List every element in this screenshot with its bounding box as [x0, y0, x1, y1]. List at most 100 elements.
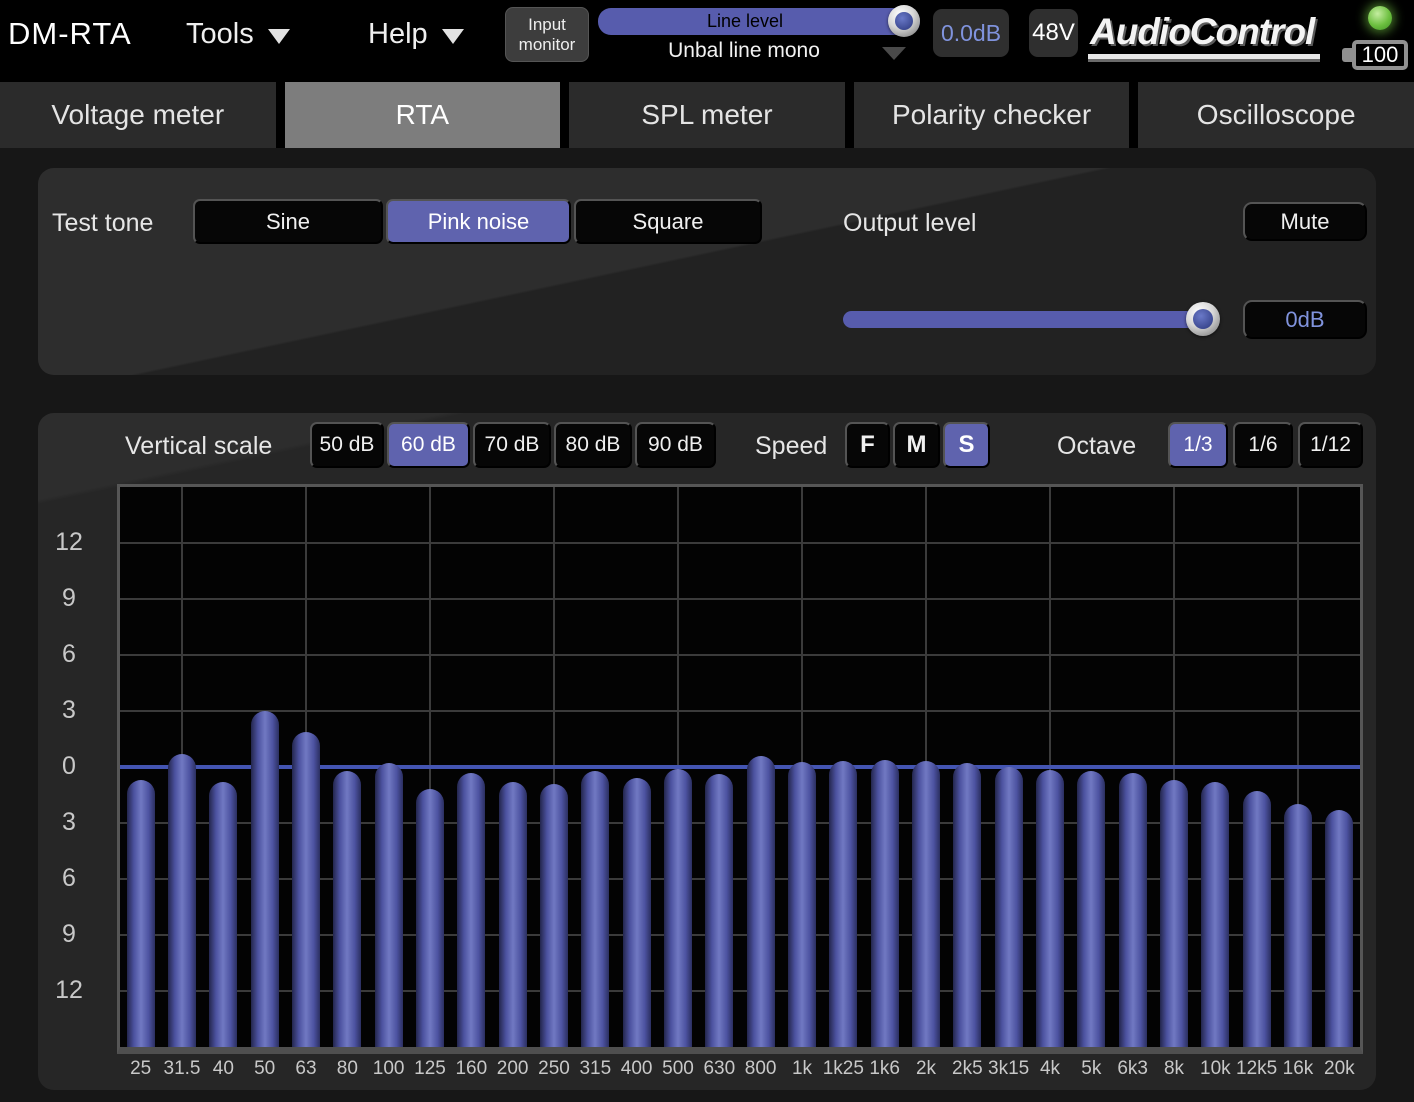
line-level-control: Line level Unbal line mono: [598, 8, 920, 65]
phantom-power-button[interactable]: 48V: [1029, 9, 1078, 57]
test-tone-panel: Test tone Sine Pink noise Square Output …: [38, 168, 1376, 375]
mute-button[interactable]: Mute: [1243, 202, 1367, 241]
vertical-scale-70db-button[interactable]: 70 dB: [473, 422, 551, 468]
status-led: [1368, 6, 1392, 30]
y-axis-tick: 0: [43, 752, 95, 781]
line-level-label: Line level: [707, 11, 783, 32]
output-level-slider-knob[interactable]: [1186, 302, 1220, 336]
rta-bar: [829, 761, 857, 1047]
rta-bar: [375, 763, 403, 1047]
help-menu[interactable]: Help: [368, 18, 464, 51]
y-axis: 12 9 6 3 0 3 6 9 12: [43, 487, 95, 1047]
rta-bar: [416, 789, 444, 1047]
output-level-value[interactable]: 0dB: [1243, 300, 1367, 339]
rta-panel: Vertical scale 50 dB 60 dB 70 dB 80 dB 9…: [38, 413, 1376, 1090]
line-level-slider[interactable]: Line level: [598, 8, 920, 35]
vertical-scale-60db-button[interactable]: 60 dB: [387, 422, 470, 468]
input-select-row[interactable]: Unbal line mono: [598, 39, 920, 65]
tab-polarity-checker[interactable]: Polarity checker: [854, 82, 1130, 148]
battery-indicator: 100: [1342, 40, 1408, 70]
y-axis-tick: 12: [43, 528, 95, 557]
rta-bar: [953, 763, 981, 1047]
input-monitor-button[interactable]: Input monitor: [505, 7, 589, 62]
rta-bar: [871, 760, 899, 1047]
rta-bar: [292, 732, 320, 1047]
vertical-scale-50db-button[interactable]: 50 dB: [310, 422, 384, 468]
rta-bar: [912, 761, 940, 1047]
y-axis-tick: 9: [43, 920, 95, 949]
tab-bar: Voltage meter RTA SPL meter Polarity che…: [0, 82, 1414, 148]
rta-bar: [251, 711, 279, 1047]
speed-medium-button[interactable]: M: [893, 422, 940, 468]
rta-bar: [664, 769, 692, 1047]
rta-bar: [499, 782, 527, 1047]
rta-bar: [1036, 770, 1064, 1047]
rta-bar: [995, 767, 1023, 1047]
knob-dot: [895, 12, 913, 30]
rta-bar: [581, 771, 609, 1047]
input-monitor-label-line2: monitor: [506, 35, 588, 55]
output-level-slider[interactable]: [843, 311, 1218, 328]
rta-bar: [1201, 782, 1229, 1047]
y-axis-tick: 6: [43, 640, 95, 669]
rta-bar: [1160, 780, 1188, 1047]
octave-label: Octave: [1057, 432, 1136, 461]
vertical-scale-80db-button[interactable]: 80 dB: [554, 422, 632, 468]
y-axis-tick: 6: [43, 864, 95, 893]
output-level-label: Output level: [843, 209, 976, 238]
sine-button[interactable]: Sine: [193, 199, 383, 244]
tab-voltage-meter[interactable]: Voltage meter: [0, 82, 276, 148]
rta-bar: [623, 778, 651, 1047]
y-axis-tick: 3: [43, 696, 95, 725]
rta-bar: [747, 756, 775, 1047]
rta-bar: [1284, 804, 1312, 1047]
tab-oscilloscope[interactable]: Oscilloscope: [1138, 82, 1414, 148]
top-bar: DM-RTA Tools Help Input monitor Line lev…: [0, 0, 1414, 82]
app-window: DM-RTA Tools Help Input monitor Line lev…: [0, 0, 1414, 1102]
y-axis-tick: 3: [43, 808, 95, 837]
tab-spl-meter[interactable]: SPL meter: [569, 82, 845, 148]
speed-slow-button[interactable]: S: [943, 422, 990, 468]
y-axis-tick: 12: [43, 976, 95, 1005]
y-axis-tick: 9: [43, 584, 95, 613]
rta-bar: [209, 782, 237, 1047]
tab-rta[interactable]: RTA: [285, 82, 561, 148]
input-select-value: Unbal line mono: [598, 39, 890, 63]
octave-twelfth-button[interactable]: 1/12: [1298, 422, 1363, 468]
octave-third-button[interactable]: 1/3: [1168, 422, 1228, 468]
input-gain-readout[interactable]: 0.0dB: [933, 9, 1009, 57]
x-axis-tick: 20k: [1308, 1058, 1370, 1080]
rta-bar: [788, 762, 816, 1047]
line-level-slider-knob[interactable]: [888, 5, 920, 37]
dropdown-arrow-icon: [882, 47, 906, 60]
rta-bar: [127, 780, 155, 1047]
rta-bar: [1243, 791, 1271, 1047]
tools-menu-label: Tools: [186, 18, 254, 51]
vertical-scale-90db-button[interactable]: 90 dB: [635, 422, 716, 468]
chevron-down-icon: [442, 29, 464, 44]
rta-bar: [1325, 810, 1353, 1047]
app-title: DM-RTA: [8, 16, 132, 52]
speed-label: Speed: [755, 432, 827, 461]
rta-bar: [457, 773, 485, 1047]
audiocontrol-logo: AudioControl: [1088, 11, 1320, 59]
vertical-scale-label: Vertical scale: [125, 432, 272, 461]
chevron-down-icon: [268, 29, 290, 44]
tools-menu[interactable]: Tools: [186, 18, 290, 51]
speed-fast-button[interactable]: F: [845, 422, 890, 468]
x-axis: 2531.54050638010012516020025031540050063…: [120, 1058, 1360, 1086]
rta-bar: [1119, 773, 1147, 1047]
rta-bar: [168, 754, 196, 1047]
knob-dot: [1193, 309, 1213, 329]
rta-bar: [1077, 771, 1105, 1047]
rta-bar: [540, 784, 568, 1047]
pink-noise-button[interactable]: Pink noise: [386, 199, 571, 244]
input-monitor-label-line1: Input: [506, 15, 588, 35]
battery-nub: [1342, 48, 1352, 62]
rta-bar: [705, 774, 733, 1047]
rta-bar: [333, 771, 361, 1047]
test-tone-label: Test tone: [52, 209, 153, 238]
help-menu-label: Help: [368, 18, 428, 51]
square-button[interactable]: Square: [574, 199, 762, 244]
octave-sixth-button[interactable]: 1/6: [1233, 422, 1293, 468]
